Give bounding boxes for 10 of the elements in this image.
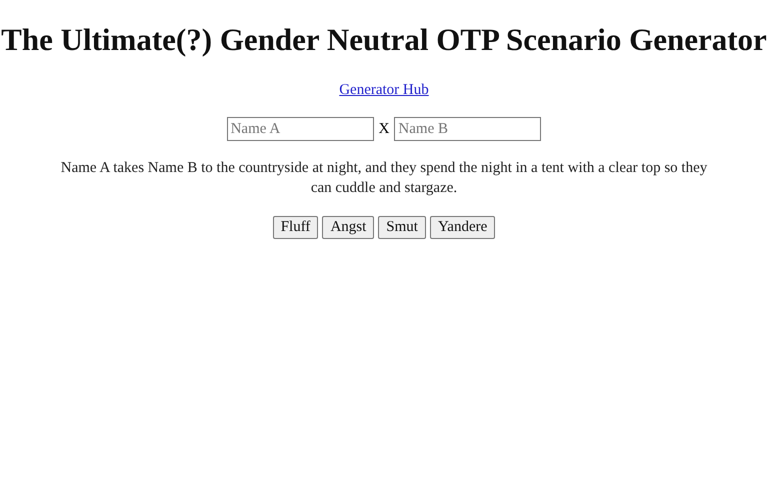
category-button[interactable]: Yandere (430, 216, 496, 239)
generator-hub-link[interactable]: Generator Hub (339, 82, 429, 99)
name-b-input[interactable]: Name B (394, 117, 542, 141)
category-button[interactable]: Smut (378, 216, 426, 239)
x-separator: X (378, 120, 390, 138)
scenario-text: Name A takes Name B to the countryside at night, and they spend the night in a tent with a clear top so they can cuddle and stargaze. (60, 159, 708, 198)
name-a-input[interactable]: Name A (226, 117, 374, 141)
page-title: The Ultimate(?) Gender Neutral OTP Scenario Generator (1, 22, 767, 58)
category-button[interactable]: Angst (322, 216, 374, 239)
category-button[interactable]: Fluff (272, 216, 318, 239)
